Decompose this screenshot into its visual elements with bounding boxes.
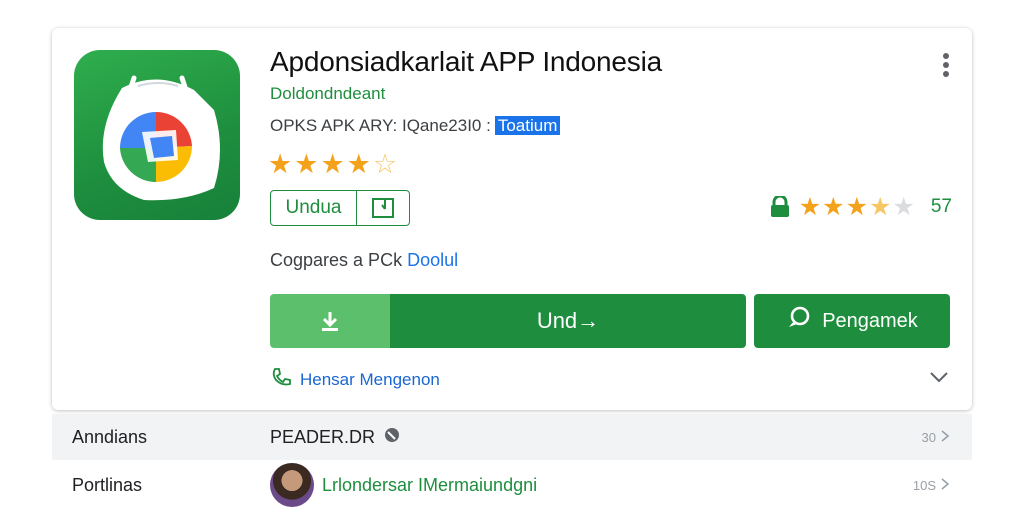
- download-button[interactable]: Und→: [390, 294, 746, 348]
- compare-text: Cogpares a PCk Doolul: [270, 250, 458, 271]
- outline-download-button[interactable]: Undua: [270, 190, 410, 226]
- star-half-icon: ☆: [372, 149, 398, 180]
- download-button-group[interactable]: Und→: [270, 294, 746, 348]
- star-icon: ★: [268, 149, 293, 180]
- download-icon[interactable]: [270, 294, 390, 348]
- detail-row-meta: 30: [922, 429, 950, 446]
- detail-row-meta: 10S: [913, 477, 950, 494]
- external-link-icon[interactable]: [357, 191, 409, 225]
- secondary-button-label: Pengamek: [822, 309, 918, 332]
- detail-value-text: PEADER.DR: [270, 426, 376, 447]
- app-meta-tag[interactable]: Toatium: [494, 116, 561, 135]
- phone-icon: [270, 366, 292, 393]
- compare-label: Cogpares a PCk: [270, 250, 408, 270]
- more-vert-icon[interactable]: [942, 52, 950, 83]
- app-meta: OPKS APK ARY: IQane23I0 : Toatium: [270, 116, 561, 136]
- detail-row[interactable]: Anndians PEADER.DR 30: [52, 414, 972, 460]
- review-count: 57: [930, 196, 952, 217]
- star-icon: ★: [798, 192, 822, 221]
- detail-value: PEADER.DR: [270, 426, 401, 449]
- detail-value: Lrlondersar IMermaiundgni: [270, 463, 537, 507]
- chevron-right-icon: [940, 429, 950, 446]
- chevron-down-icon[interactable]: [928, 366, 950, 393]
- app-card: Apdonsiadkarlait APP Indonesia Doldondnd…: [52, 28, 972, 410]
- contact-label: Hensar Mengenon: [300, 369, 440, 389]
- star-half-icon: ★: [869, 192, 892, 221]
- detail-key: Anndians: [72, 426, 148, 447]
- globe-icon: [383, 426, 401, 449]
- star-icon: ★: [346, 149, 371, 180]
- star-icon: ★: [822, 192, 845, 221]
- outline-button-label: Undua: [271, 191, 357, 225]
- star-icon: ★: [320, 149, 345, 180]
- star-icon: ★: [294, 149, 319, 180]
- detail-row-meta-text: 30: [921, 429, 936, 445]
- star-empty-icon: ★: [892, 192, 915, 221]
- app-meta-text: OPKS APK ARY: IQane23I0 :: [270, 116, 491, 135]
- secondary-rating: ★ ★ ★ ★ ★ 57: [767, 192, 952, 222]
- detail-row-meta-text: 10S: [912, 477, 936, 493]
- compare-link[interactable]: Doolul: [407, 250, 458, 270]
- developer-link[interactable]: Doldondndeant: [270, 84, 385, 104]
- chevron-right-icon: [940, 477, 950, 494]
- star-rating: ★ ★ ★ ★ ☆: [268, 150, 397, 180]
- detail-key: Portlinas: [72, 474, 143, 495]
- lock-icon: [767, 194, 793, 220]
- detail-value-text[interactable]: Lrlondersar IMermaiundgni: [322, 475, 537, 496]
- star-icon: ★: [845, 192, 869, 221]
- secondary-button[interactable]: Pengamek: [754, 294, 950, 348]
- detail-row[interactable]: Portlinas Lrlondersar IMermaiundgni 10S: [52, 462, 972, 508]
- app-title: Apdonsiadkarlait APP Indonesia: [270, 46, 662, 77]
- contact-link[interactable]: Hensar Mengenon: [270, 366, 440, 393]
- chat-icon: [786, 306, 812, 336]
- app-icon[interactable]: [74, 50, 240, 220]
- avatar: [270, 463, 314, 507]
